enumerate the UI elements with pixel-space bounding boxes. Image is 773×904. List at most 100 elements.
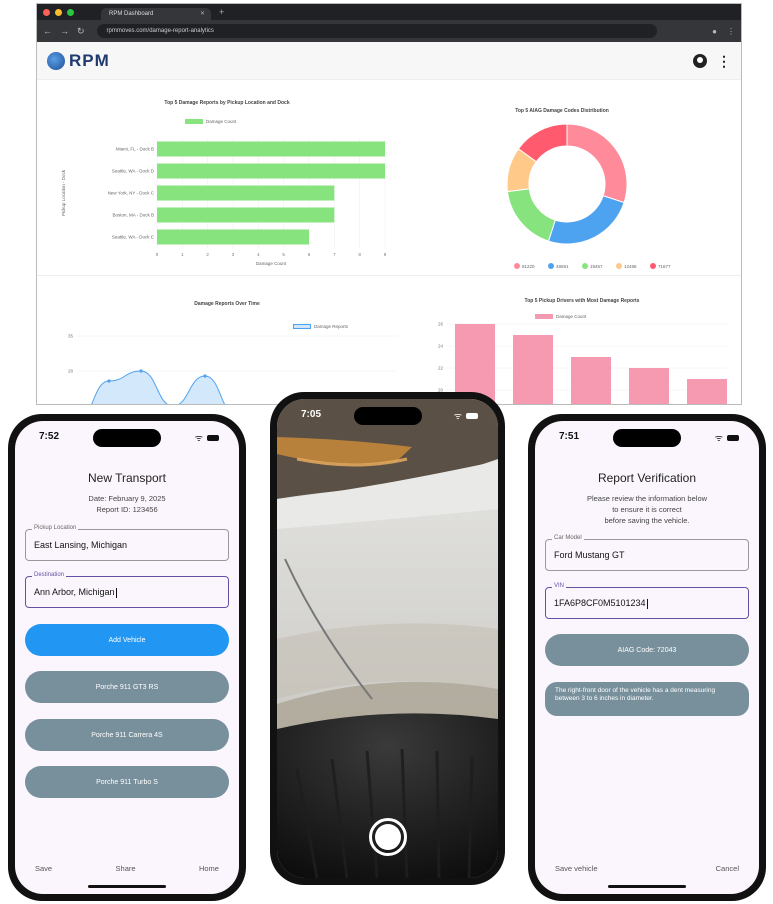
x-tick-label: 6 [308,252,311,257]
status-icons: ᯤ [715,431,739,444]
add-vehicle-button[interactable]: Add Vehicle [25,624,229,656]
legend-label: 19457 [590,264,603,269]
bottom-nav: Save Share Home [15,861,239,876]
vehicle-item[interactable]: Porche 911 Carrera 4S [25,719,229,751]
y-tick-label: 35 [68,334,74,339]
y-tick-label: New York, NY - Dock C [108,191,155,196]
address-bar-row: ← → ↻ rpmmoves.com/damage-report-analyti… [37,20,741,42]
url-text: rpmmoves.com/damage-report-analytics [106,28,214,34]
phone-screen: 7:52 ᯤ New Transport Date: February 9, 2… [15,421,239,894]
browser-tab-bar: RPM Dashboard ✕ + [37,4,741,20]
phone-new-transport: 7:52 ᯤ New Transport Date: February 9, 2… [8,414,246,901]
home-indicator [88,885,166,888]
legend-label: 49591 [556,264,569,269]
field-value: Ann Arbor, Michigan [34,587,115,597]
url-input[interactable]: rpmmoves.com/damage-report-analytics [96,24,657,38]
camera-viewfinder-photo [277,399,498,878]
data-point [107,379,111,383]
y-axis-label: Pickup Location - Dock [61,169,66,216]
field-label: Pickup Location [32,525,79,531]
home-button[interactable]: Home [193,861,225,876]
bar [571,357,611,404]
y-tick-label: 26 [438,322,444,327]
battery-icon [466,412,478,419]
page-title: New Transport [87,471,167,485]
instructions-line: before saving the vehicle. [604,516,690,525]
bar [157,207,335,223]
transport-date: Date: February 9, 2025 [88,494,166,503]
bar [157,163,385,179]
x-axis-label: Damage Count [256,261,287,266]
x-tick-label: 1 [181,252,184,257]
destination-field[interactable]: Destination Ann Arbor, Michigan [25,572,229,608]
bar [629,368,669,404]
home-indicator [608,885,686,888]
wifi-icon: ᯤ [714,433,723,443]
chart-title-over-time: Damage Reports Over Time [194,301,260,307]
legend-swatch [548,263,554,269]
cancel-button[interactable]: Cancel [710,861,745,876]
new-tab-icon[interactable]: + [219,7,224,17]
reload-icon[interactable]: ↻ [77,26,85,37]
data-point [139,369,143,373]
text-caret [646,598,648,609]
profile-icon[interactable]: ● [712,27,717,36]
damage-description: The right-front door of the vehicle has … [545,682,749,716]
back-icon[interactable]: ← [43,26,52,36]
legend-label: Damage Count [206,119,237,124]
wifi-icon: ᯤ [453,411,462,421]
x-tick-label: 2 [206,252,209,257]
save-button[interactable]: Save [29,861,58,876]
vehicle-item[interactable]: Porche 911 GT3 RS [25,671,229,703]
vin-field[interactable]: VIN 1FA6P8CF0M5101234 [545,583,749,619]
chart-title-top-damage: Top 5 Damage Reports by Pickup Location … [164,100,290,106]
status-time: 7:51 [559,431,580,442]
camera-screen: 7:05 ᯤ [277,399,498,878]
instructions-line: to ensure it is correct [612,505,682,514]
field-value-wrap: Ann Arbor, Michigan [34,587,117,598]
browser-tab[interactable]: RPM Dashboard ✕ [101,8,211,20]
phone-report-verification: 7:51 ᯤ Report Verification Please review… [528,414,766,901]
x-tick-label: 9 [384,252,387,257]
page-title: Report Verification [597,471,697,485]
legend-label: 81220 [522,264,535,269]
car-model-field[interactable]: Car Model Ford Mustang GT [545,535,749,571]
field-label: Destination [32,572,67,578]
save-vehicle-button[interactable]: Save vehicle [549,861,604,876]
tab-close-icon[interactable]: ✕ [200,10,205,17]
data-point [203,374,207,378]
x-tick-label: 0 [156,252,159,257]
phone-camera: 7:05 ᯤ [270,392,505,885]
bar [687,379,727,404]
y-tick-label: Seattle, WA - Dock D [112,169,155,174]
aiag-code-button[interactable]: AIAG Code: 72043 [545,634,749,666]
browser-menu-icon[interactable]: ⋮ [727,27,735,36]
wifi-icon: ᯤ [194,433,203,443]
chart-title-aiag: Top 5 AIAG Damage Codes Distribution [515,108,609,114]
forward-icon[interactable]: → [60,26,69,36]
pickup-location-field[interactable]: Pickup Location East Lansing, Michigan [25,525,229,561]
y-tick-label: 22 [438,366,444,371]
shutter-button[interactable] [368,818,407,856]
field-label: VIN [552,583,567,589]
battery-icon [207,434,219,441]
close-window-button[interactable] [43,8,50,16]
chart-legend-top-damage: Damage Count [185,119,236,124]
bar [157,229,309,245]
battery-icon [727,434,739,441]
vehicle-item[interactable]: Porche 911 Turbo S [25,766,229,798]
x-tick-label: 3 [232,252,235,257]
y-tick-label: Boston, MA - Dock B [112,213,154,218]
maximize-window-button[interactable] [67,8,74,16]
minimize-window-button[interactable] [55,8,62,16]
legend-label: Damage Count [556,314,587,319]
account-icon[interactable] [693,53,707,68]
share-button[interactable]: Share [110,861,142,876]
x-tick-label: 4 [257,252,260,257]
more-menu-icon[interactable]: ⋮ [717,54,731,68]
legend-swatch [582,263,588,269]
bar [157,141,385,157]
dashboard: Top 5 Damage Reports by Pickup Location … [37,80,741,404]
legend-swatch [650,263,656,269]
instructions-line: Please review the information below [586,494,708,503]
